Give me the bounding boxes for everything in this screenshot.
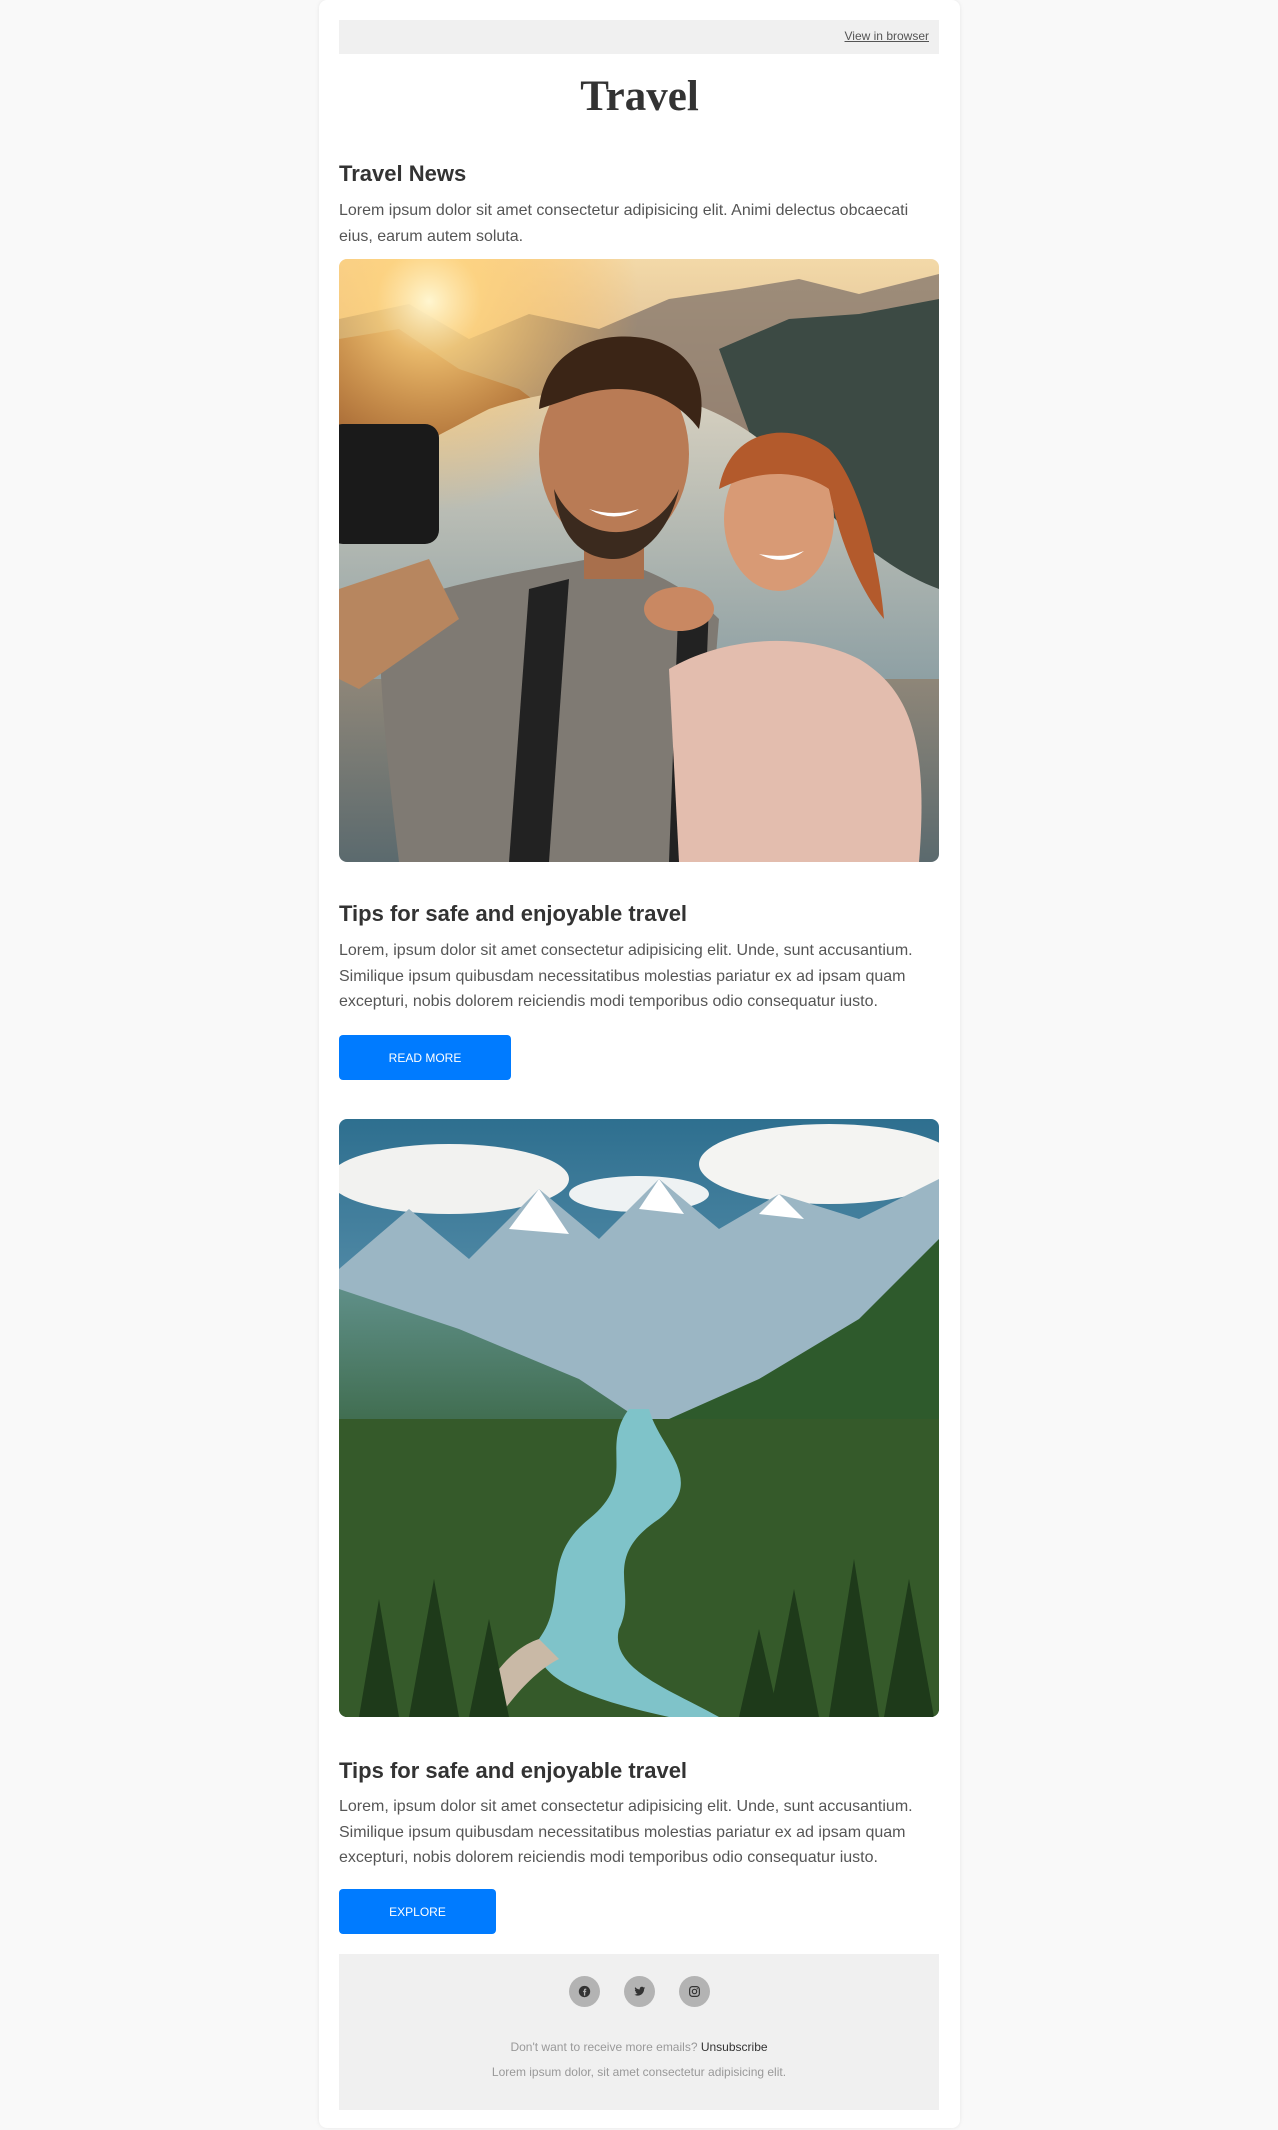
read-more-button[interactable]: READ MORE [339,1035,511,1080]
facebook-icon[interactable] [568,1976,600,2007]
mountain-valley-image [339,1119,939,1717]
article2-text: Lorem, ipsum dolor sit amet consectetur … [339,1798,913,1866]
brand-title: Travel [580,73,699,120]
unsubscribe-prompt: Don't want to receive more emails? [510,2040,698,2054]
footer: Don't want to receive more emails? Unsub… [339,1954,939,2110]
view-in-browser-link[interactable]: View in browser [845,29,929,43]
email-card: View in browser Travel Travel News Lorem… [319,0,960,2128]
unsubscribe-line: Don't want to receive more emails? Unsub… [339,2040,939,2054]
news-title: Travel News [339,161,467,186]
twitter-icon[interactable] [623,1976,655,2007]
footer-note: Lorem ipsum dolor, sit amet consectetur … [491,2065,787,2079]
explore-button[interactable]: EXPLORE [339,1889,496,1934]
instagram-icon[interactable] [678,1976,710,2007]
unsubscribe-link[interactable]: Unsubscribe [701,2040,768,2054]
article1-text: Lorem, ipsum dolor sit amet consectetur … [339,942,913,1010]
couple-selfie-image [339,259,939,862]
news-text: Lorem ipsum dolor sit amet consectetur a… [339,202,909,245]
article2-title: Tips for safe and enjoyable travel [339,1758,688,1783]
top-bar: View in browser [339,20,939,54]
article1-title: Tips for safe and enjoyable travel [339,901,688,926]
social-links [339,1976,939,2007]
